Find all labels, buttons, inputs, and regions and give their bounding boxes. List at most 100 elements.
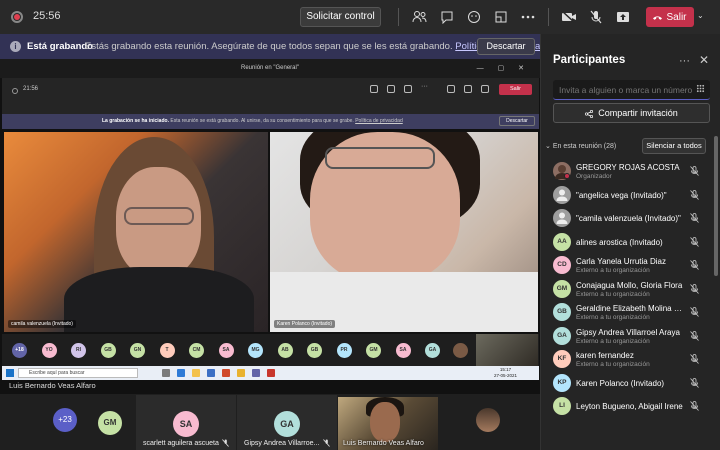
gallery-name: Luis Bernardo Veas Alfaro xyxy=(343,440,424,447)
store-icon xyxy=(207,369,215,377)
leave-button[interactable]: Salir xyxy=(646,7,694,27)
mic-off-icon[interactable] xyxy=(690,307,699,317)
mic-off-icon xyxy=(323,439,330,447)
shared-chat-icon xyxy=(387,85,395,93)
invite-input[interactable] xyxy=(553,80,710,100)
taskbar-search: Escribe aquí para buscar xyxy=(18,368,138,378)
shared-camera-icon xyxy=(447,85,455,93)
gallery-name: Gipsy Andrea Villarroe... xyxy=(244,440,320,447)
video-glasses-shape xyxy=(124,207,194,225)
participant-name: Leyton Bugueno, Abigail Irene xyxy=(576,402,683,411)
participants-panel: Participantes ··· ✕ Compartir invitación… xyxy=(540,34,720,450)
mic-off-icon[interactable] xyxy=(690,401,699,411)
gallery-tile: SA scarlett aguilera ascueta xyxy=(136,395,236,450)
window-controls-icon: — ▢ ✕ xyxy=(476,65,530,72)
mini-avatar: GN xyxy=(130,343,145,358)
request-control-button[interactable]: Solicitar control xyxy=(300,7,381,27)
shared-share-icon xyxy=(481,85,489,93)
toolbar-divider xyxy=(548,8,549,26)
mini-photo-avatar xyxy=(453,343,468,358)
mic-off-icon[interactable] xyxy=(690,213,699,223)
participant-avatar: AA xyxy=(553,232,571,251)
meeting-toolbar: 25:56 Solicitar control Salir ⌄ xyxy=(0,0,720,34)
in-meeting-section-header[interactable]: ⌄ En esta reunión (28) xyxy=(545,142,616,150)
mute-all-button[interactable]: Silenciar a todos xyxy=(642,138,706,154)
share-invite-label: Compartir invitación xyxy=(598,108,678,118)
mic-off-icon[interactable] xyxy=(690,283,699,294)
section-label: En esta reunión (28) xyxy=(552,143,617,150)
leave-chevron-down-icon[interactable]: ⌄ xyxy=(697,11,704,20)
gallery-tile: GM xyxy=(84,395,134,450)
mini-avatar: YO xyxy=(41,343,57,358)
breakout-rooms-icon[interactable] xyxy=(493,9,509,25)
mic-off-icon[interactable] xyxy=(690,377,699,388)
participant-name: "camila valenzuela (Invitado)" xyxy=(576,214,681,223)
mic-off-icon[interactable] xyxy=(588,9,604,25)
edge-icon xyxy=(177,369,185,377)
mini-avatar: +18 xyxy=(12,343,27,358)
mic-off-icon[interactable] xyxy=(690,330,699,341)
chrome-icon xyxy=(237,369,245,377)
meeting-timer: 25:56 xyxy=(33,10,61,22)
gallery-avatar: SA xyxy=(173,411,199,437)
gallery-avatar: GM xyxy=(98,411,122,435)
participant-name: Gipsy Andrea Villarroel Araya xyxy=(576,327,680,337)
mic-off-icon xyxy=(222,439,229,447)
app-icon xyxy=(267,369,275,377)
participant-name: Karen Polanco (Invitado) xyxy=(576,378,665,388)
shared-mic-icon xyxy=(464,85,472,93)
dismiss-banner-button[interactable]: Descartar xyxy=(477,38,535,55)
participant-row[interactable]: LI Leyton Bugueno, Abigail Irene xyxy=(541,391,713,419)
mini-avatar: MG xyxy=(248,343,263,358)
shared-reactions-icon xyxy=(404,85,412,93)
mic-off-icon[interactable] xyxy=(690,260,699,270)
mic-off-icon[interactable] xyxy=(690,354,699,364)
participant-avatar: GB xyxy=(553,303,571,321)
shared-recording-icon xyxy=(12,88,18,94)
participant-name: karen fernandez xyxy=(576,351,634,360)
participants-icon[interactable] xyxy=(411,9,427,25)
participant-avatar: CD xyxy=(553,256,571,274)
more-options-icon[interactable] xyxy=(520,9,536,25)
share-screen-icon[interactable] xyxy=(615,9,631,25)
participant-video-left: camila valenzuela (Invitado) xyxy=(4,132,268,332)
participant-video-right: Karen Polanco (Invitado) xyxy=(270,132,538,332)
presenter-name: Luis Bernardo Veas Alfaro xyxy=(9,381,96,390)
guest-user-icon xyxy=(556,212,568,224)
video-face-shape xyxy=(370,402,400,442)
participant-name: Carla Yanela Urrutia Diaz xyxy=(576,257,666,266)
close-icon[interactable]: ✕ xyxy=(699,53,709,67)
more-participants-badge[interactable]: +23 xyxy=(53,408,77,432)
mic-off-icon[interactable] xyxy=(690,189,699,200)
mic-off-icon[interactable] xyxy=(690,166,699,176)
gallery-avatar xyxy=(476,408,500,432)
video-glasses-shape xyxy=(325,147,435,169)
video-body-shape xyxy=(64,267,254,332)
shared-mini-video xyxy=(476,334,538,366)
reactions-icon[interactable] xyxy=(466,9,482,25)
participant-gallery: +23 GM SA scarlett aguilera ascueta GA G… xyxy=(0,395,540,450)
office-icon xyxy=(222,369,230,377)
participant-name: alines arostica (Invitado) xyxy=(576,237,663,247)
mini-avatar: PR xyxy=(336,343,352,358)
panel-title: Participantes xyxy=(553,54,626,66)
participant-name: Conajagua Mollo, Gloria Flora xyxy=(576,280,683,290)
mini-avatar: SA xyxy=(218,343,234,358)
shared-meeting-toolbar: 21:56 ··· Salir xyxy=(2,78,539,114)
banner-message-text: Estás grabando esta reunión. Asegúrate d… xyxy=(85,41,453,52)
leave-label: Salir xyxy=(666,11,687,23)
chat-icon[interactable] xyxy=(439,9,455,25)
folder-icon xyxy=(192,369,200,377)
camera-off-icon[interactable] xyxy=(561,9,577,25)
mini-avatar: GA xyxy=(425,343,440,358)
taskview-icon xyxy=(162,369,170,377)
dialpad-icon[interactable] xyxy=(696,84,705,93)
panel-scrollbar[interactable] xyxy=(714,136,718,276)
shared-banner-title: La grabación se ha iniciado. xyxy=(102,118,169,124)
panel-more-icon[interactable]: ··· xyxy=(679,55,690,67)
presence-badge-icon xyxy=(564,173,570,179)
participant-name: GREGORY ROJAS ACOSTA xyxy=(576,163,680,172)
participant-name: Geraldine Elizabeth Molina Br... xyxy=(576,304,684,313)
share-invite-button[interactable]: Compartir invitación xyxy=(553,103,710,123)
mic-off-icon[interactable] xyxy=(690,236,699,247)
